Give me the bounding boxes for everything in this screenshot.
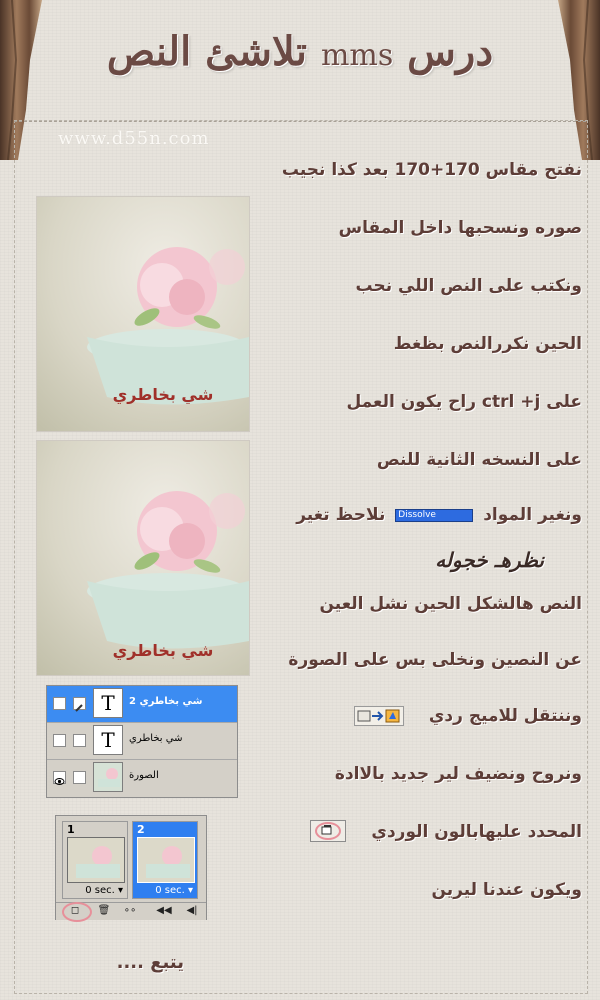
previous-frame-icon[interactable]: ◀| — [184, 904, 200, 918]
step-line: الحين نكررالنص بظغط — [393, 334, 582, 354]
step-line: وننتقل للاميج ردي — [428, 706, 582, 726]
visibility-toggle[interactable] — [53, 734, 66, 747]
step-line: نفتح مقاس 170+170 بعد كذا نجيب — [281, 160, 582, 180]
page-title: درس mms تلاشئ النص — [0, 28, 600, 75]
text-layer-thumbnail: T — [93, 688, 123, 718]
frame-thumbnail — [67, 837, 125, 883]
step-line: ونروح ونضيف لير جديد بالاادة — [334, 764, 582, 784]
trash-icon[interactable]: 🗑 — [96, 904, 112, 918]
site-watermark: www.d55n.com — [58, 128, 210, 149]
link-toggle[interactable] — [73, 734, 86, 747]
layer-row[interactable]: T شي بخاطري — [47, 723, 237, 760]
frame-thumbnail — [137, 837, 195, 883]
title-word-fade-text: تلاشئ النص — [106, 28, 307, 75]
step-line-part: نلاحظ تغير — [296, 505, 386, 525]
photo-caption: شي بخاطري — [112, 641, 214, 660]
step-line: النص هالشكل الحين نشل العين — [319, 594, 582, 614]
image-layer-thumbnail — [93, 762, 123, 792]
new-frame-icon[interactable]: ◻ — [67, 904, 83, 918]
step-line: على ctrl +j راح يكون العمل — [346, 392, 582, 412]
step-line-with-blend-mode: ونغير المواد Dissolve نلاحظ تغير — [296, 505, 582, 525]
header-divider — [14, 121, 586, 122]
frame-delay[interactable]: 0 sec. ▾ — [155, 885, 193, 896]
new-layer-icon — [310, 820, 346, 842]
blend-mode-dropdown: Dissolve — [395, 508, 474, 522]
link-toggle[interactable] — [73, 771, 86, 784]
animation-panel: 1 0 sec. ▾ 2 0 sec. ▾ ◻ 🗑 ∘∘ ◀◀ ◀| — [55, 815, 207, 922]
title-latin: mms — [320, 38, 394, 73]
text-layer-thumbnail: T — [93, 725, 123, 755]
layer-name: شي بخاطري — [129, 733, 183, 744]
rewind-icon[interactable]: ◀◀ — [156, 904, 172, 918]
step-line: ويكون عندنا ليرين — [431, 880, 582, 900]
tween-icon[interactable]: ∘∘ — [122, 904, 138, 918]
flower-photo-2: شي بخاطري — [36, 440, 250, 676]
step-line: المحدد عليهابالون الوردي — [371, 822, 582, 842]
sample-styled-text: نظرهـ خجوله — [435, 548, 544, 572]
layer-row[interactable]: T شي بخاطري 2 — [47, 686, 237, 723]
layer-name: الصورة — [129, 770, 159, 781]
layer-name: شي بخاطري 2 — [129, 696, 203, 707]
frame-number: 1 — [67, 823, 75, 836]
imageready-jump-icon — [354, 706, 404, 726]
step-line-part: ونغير المواد — [483, 505, 582, 525]
brush-icon — [73, 697, 86, 712]
step-line: صوره ونسحبها داخل المقاس — [338, 218, 582, 238]
step-line: على النسخه الثانية للنص — [376, 450, 582, 470]
step-line: عن النصين ونخلى بس على الصورة — [288, 650, 582, 670]
animation-frame[interactable]: 2 0 sec. ▾ — [132, 821, 198, 899]
step-line: ونكتب على النص اللي نحب — [355, 276, 582, 296]
title-word-lesson: درس — [407, 28, 494, 75]
animation-toolbar: ◻ 🗑 ∘∘ ◀◀ ◀| — [56, 902, 206, 922]
layer-row[interactable]: الصورة — [47, 760, 237, 796]
to-be-continued: يتبع .... — [116, 952, 184, 973]
eye-icon[interactable] — [53, 771, 66, 785]
photo-caption: شي بخاطري — [112, 385, 214, 404]
layers-panel: T شي بخاطري 2 T شي بخاطري الصورة — [46, 685, 238, 798]
animation-frame[interactable]: 1 0 sec. ▾ — [62, 821, 128, 899]
frame-number: 2 — [137, 823, 145, 836]
flower-photo-1: شي بخاطري — [36, 196, 250, 432]
frame-delay[interactable]: 0 sec. ▾ — [85, 885, 123, 896]
visibility-toggle[interactable] — [53, 697, 66, 710]
